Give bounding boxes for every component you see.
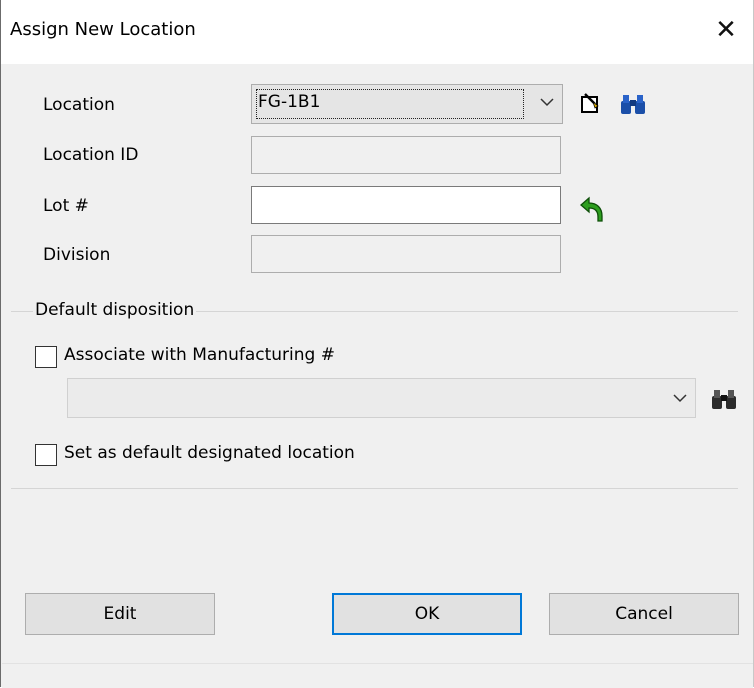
lot-input[interactable] bbox=[251, 186, 561, 224]
location-id-label: Location ID bbox=[43, 145, 139, 165]
location-value: FG-1B1 bbox=[258, 92, 321, 112]
new-record-icon[interactable] bbox=[579, 92, 603, 116]
ok-button[interactable]: OK bbox=[332, 593, 522, 635]
cancel-button[interactable]: Cancel bbox=[549, 593, 739, 635]
location-label: Location bbox=[43, 95, 115, 115]
dialog-title: Assign New Location bbox=[10, 19, 196, 40]
group-bottom-divider bbox=[11, 488, 738, 489]
division-field bbox=[251, 235, 561, 273]
associate-manufacturing-label[interactable]: Associate with Manufacturing # bbox=[64, 345, 335, 365]
default-designated-checkbox[interactable] bbox=[35, 444, 57, 466]
lot-label: Lot # bbox=[43, 196, 89, 216]
division-label: Division bbox=[43, 245, 111, 265]
location-id-field bbox=[251, 136, 561, 174]
undo-arrow-icon[interactable] bbox=[579, 194, 605, 224]
assign-location-dialog: Assign New Location ✕ Location FG-1B1 Lo… bbox=[0, 0, 754, 688]
binoculars-icon[interactable] bbox=[710, 387, 738, 411]
location-dropdown[interactable]: FG-1B1 bbox=[251, 84, 563, 124]
default-designated-label[interactable]: Set as default designated location bbox=[64, 443, 355, 463]
chevron-down-icon bbox=[673, 394, 687, 403]
default-disposition-label: Default disposition bbox=[33, 300, 197, 320]
manufacturing-dropdown[interactable] bbox=[67, 378, 696, 418]
edit-button[interactable]: Edit bbox=[25, 593, 215, 635]
title-bar: Assign New Location ✕ bbox=[1, 0, 753, 64]
status-bar bbox=[2, 663, 753, 688]
close-button[interactable]: ✕ bbox=[709, 13, 743, 47]
associate-manufacturing-checkbox[interactable] bbox=[35, 346, 57, 368]
chevron-down-icon bbox=[540, 98, 554, 107]
binoculars-icon[interactable] bbox=[619, 92, 647, 116]
